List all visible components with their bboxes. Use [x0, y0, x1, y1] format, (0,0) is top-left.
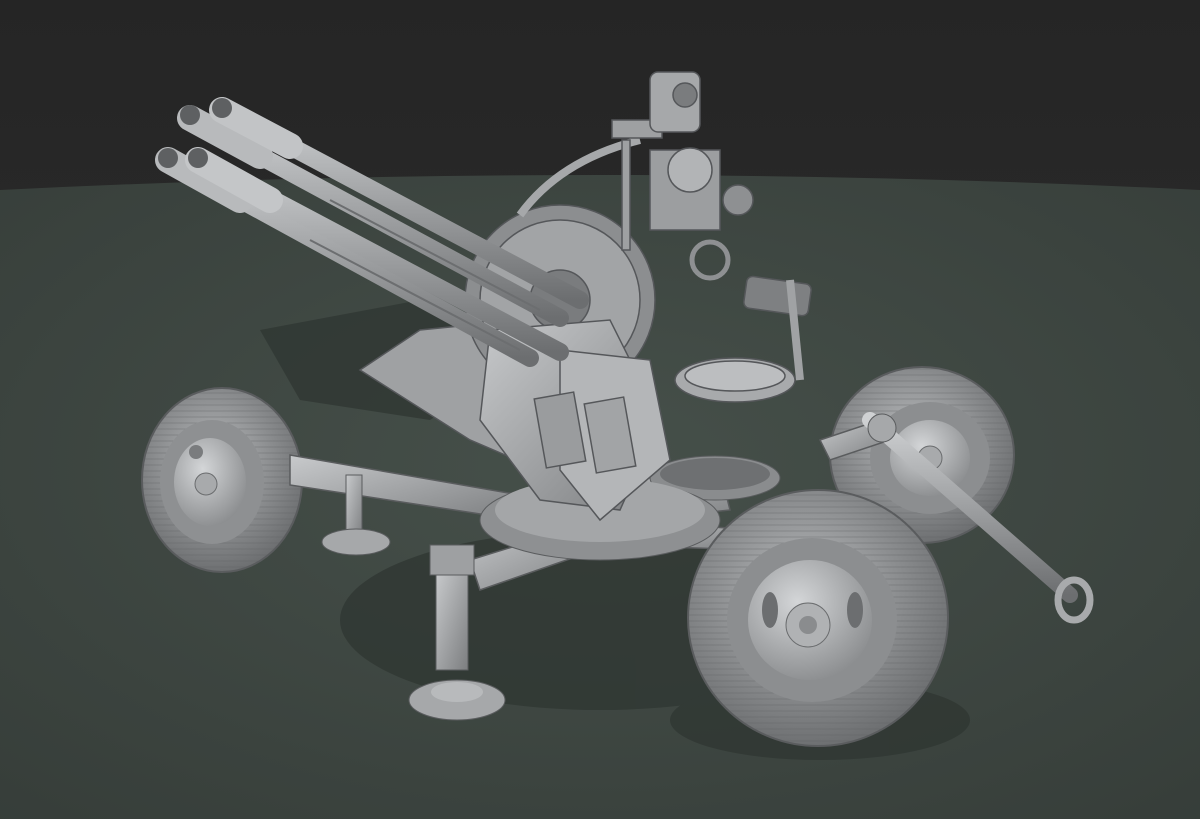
viewport [0, 0, 1200, 819]
render-image [0, 0, 1200, 819]
wheel-front [687, 489, 949, 747]
wheel-rear-left [141, 387, 303, 573]
